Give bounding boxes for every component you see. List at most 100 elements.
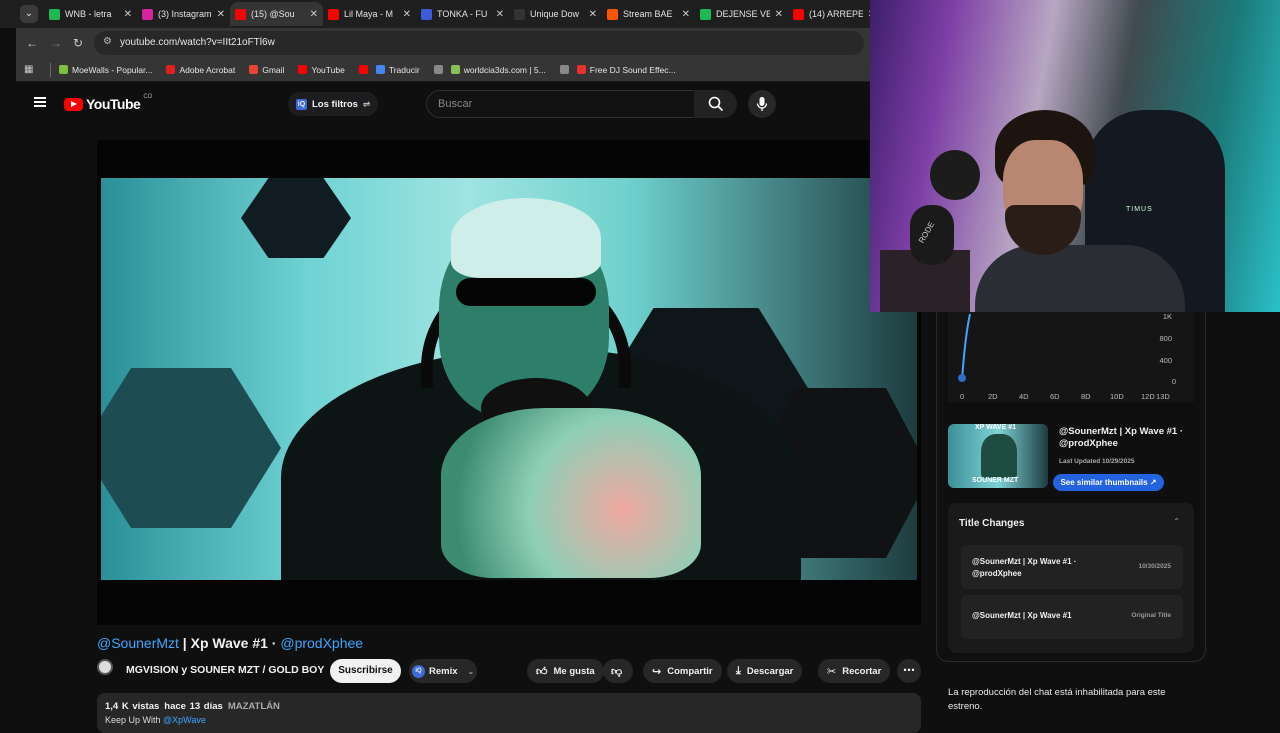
video-frame [101,178,917,580]
close-tab-icon[interactable]: ✕ [775,9,783,20]
tab-title: (3) Instagram [158,9,212,19]
browser-tab[interactable]: (15) @Sou ✕ [230,2,323,26]
extension-icon: iQ [412,664,425,678]
tab-favicon-icon [328,8,339,20]
close-tab-icon[interactable]: ✕ [589,9,597,20]
title-change-text: @SounerMzt | Xp Wave #1 · @prodXphee [972,557,1077,578]
close-tab-icon[interactable]: ✕ [682,9,690,20]
back-button[interactable]: ← [26,36,38,50]
browser-tab[interactable]: Stream BAE ✕ [602,2,695,26]
description-mention[interactable]: @XpWave [163,715,206,725]
browser-tab[interactable]: TONKA - FU ✕ [416,2,509,26]
bookmark-label: worldcia3ds.com | 5... [463,64,546,75]
bookmark-item[interactable]: worldcia3ds.com | 5... [450,64,546,75]
share-button[interactable]: ↪ Compartir [643,659,722,683]
bookmark-favicon-icon [59,65,68,74]
title-mention[interactable]: @SounerMzt [97,635,179,651]
remix-button[interactable]: iQ Remix ⌄ [409,659,477,683]
graph-x-tick: 6D [1050,392,1060,401]
title-changes-heading: Title Changes [959,518,1025,529]
graph-y-tick: 400 [1159,356,1172,365]
title-text: | Xp Wave #1 · [178,635,281,651]
voice-search-button[interactable] [748,90,776,118]
reload-button[interactable]: ↻ [73,36,83,50]
bookmark-item[interactable]: Gmail [249,65,284,75]
menu-icon[interactable] [34,97,46,107]
apps-grid-icon[interactable]: ▦ [24,64,40,75]
channel-name[interactable]: MGVISION y SOUNER MZT / GOLD BOY [126,664,324,676]
chevron-down-icon: ⌄ [467,666,475,676]
close-tab-icon[interactable]: ✕ [217,9,225,20]
tab-favicon-icon [235,8,246,20]
site-info-icon[interactable]: ⚙ [103,36,112,47]
bookmark-item[interactable]: Traducir [375,65,420,75]
bookmark-favicon-icon [433,65,443,74]
webcam-overlay: TIMUS RODE [870,0,1280,312]
youtube-wordmark: YouTube [86,96,141,112]
chevron-up-icon[interactable]: ⌃ [1173,517,1180,526]
last-updated: Last Updated 10/29/2025 [1059,458,1135,465]
similar-thumbnails-button[interactable]: See similar thumbnails ↗ [1053,474,1164,491]
views-graph: 1K 800 400 0 0 2D 4D 6D 8D 10D 12D 13D [948,312,1194,402]
bookmark-item[interactable]: Free DJ Sound Effec... [576,65,676,75]
video-player[interactable] [97,140,921,625]
title-change-text: @SounerMzt | Xp Wave #1 [972,611,1072,620]
thumbnail-title: @SounerMzt | Xp Wave #1 · @prodXphee [1059,426,1184,449]
description-box[interactable]: 1,4 K vistas hace 13 días MAZATLÁN Keep Up… [97,693,921,733]
youtube-logo[interactable]: YouTube CO [64,94,152,112]
bookmark-item[interactable] [358,65,368,74]
plush-toy [930,150,980,200]
bookmark-favicon-icon [249,65,259,74]
browser-tab[interactable]: Lil Maya - M ✕ [323,2,416,26]
bookmark-item[interactable]: YouTube [298,65,345,75]
bookmark-item[interactable]: MoeWalls - Popular... [59,65,152,75]
video-actions-row: MGVISION y SOUNER MZT / GOLD BOY Suscrib… [97,658,921,684]
title-change-item: @SounerMzt | Xp Wave #1 · @prodXphee 10/… [961,545,1183,589]
hex-panel [101,368,281,528]
forward-button[interactable]: → [50,36,62,50]
like-button[interactable]: 👍︎ Me gusta [527,659,604,683]
video-thumbnail[interactable]: XP WAVE #1 SOUNER MZT [948,424,1048,488]
tab-title: Unique Dow [530,9,580,19]
share-icon: ↪ [652,665,662,678]
tab-search-button[interactable]: ⌄ [20,5,38,23]
browser-tab[interactable]: (14) ARREPE✕ [788,2,881,26]
view-count: 1,4 K vistas [105,701,160,712]
url-field[interactable]: ⚙ youtube.com/watch?v=IIt21oFTl6w [94,31,864,55]
youtube-header: YouTube CO iQ Los filtros ⇌ Buscar [16,83,870,125]
filters-button[interactable]: iQ Los filtros ⇌ [288,92,379,116]
bookmark-item[interactable]: Adobe Acrobat [166,65,235,75]
clip-button[interactable]: ✂ Recortar [818,659,891,683]
video-title: @SounerMzt | Xp Wave #1 · @prodXphee [97,635,363,651]
browser-tab[interactable]: (3) Instagram ✕ [137,2,230,26]
share-label: Compartir [667,665,713,677]
close-tab-icon[interactable]: ✕ [124,9,132,20]
close-tab-icon[interactable]: ✕ [496,9,504,20]
bookmark-item[interactable] [433,65,443,74]
scissors-icon: ✂ [827,665,837,678]
bookmark-item[interactable] [559,65,569,74]
thumbs-up-icon: 👍︎ [536,665,548,678]
tab-favicon-icon [49,8,60,20]
channel-avatar[interactable] [97,659,113,675]
browser-tab[interactable]: WNB - letra ✕ [44,2,137,26]
browser-tab[interactable]: Unique Dow ✕ [509,2,602,26]
streamer [975,110,1185,312]
more-actions-button[interactable]: ⋯ [897,659,921,683]
title-mention[interactable]: @prodXphee [280,635,363,651]
filters-label: Los filtros [312,98,358,110]
performer-durag [451,198,601,278]
address-bar: ← → ↻ ⚙ youtube.com/watch?v=IIt21oFTl6w [16,28,870,58]
search-button[interactable] [694,90,737,118]
subscribe-button[interactable]: Suscribirse [330,659,401,683]
browser-tab[interactable]: DEJENSE VE ✕ [695,2,788,26]
close-tab-icon[interactable]: ✕ [310,9,318,20]
graph-x-tick: 4D [1019,392,1029,401]
tab-list: WNB - letra ✕ (3) Instagram ✕ (15) @Sou ✕ Lil … [44,2,881,28]
location-tag[interactable]: MAZATLÁN [228,701,280,712]
close-tab-icon[interactable]: ✕ [403,9,411,20]
dislike-button[interactable]: 👎︎ [603,659,633,683]
bookmark-favicon-icon [166,65,176,74]
search-input[interactable]: Buscar [426,90,736,118]
download-button[interactable]: ⤓ Descargar [727,659,803,683]
